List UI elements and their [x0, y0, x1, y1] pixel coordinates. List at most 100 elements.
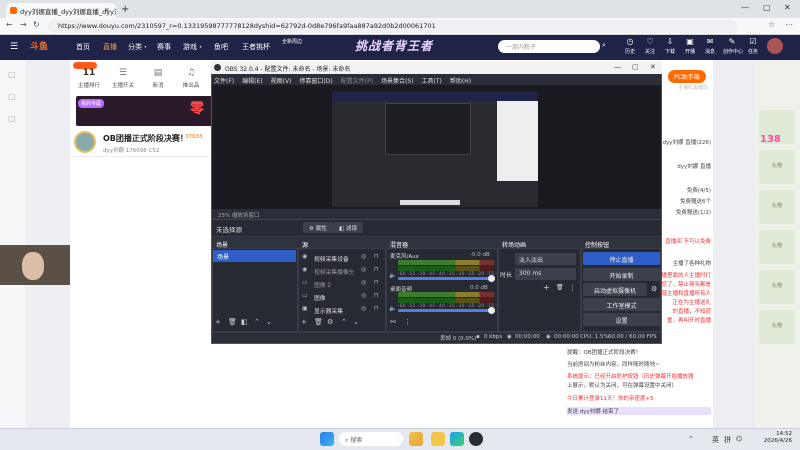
obs-maximize-icon[interactable]: ▢ — [632, 63, 639, 71]
menu-scene-collection[interactable]: 场景集合(S) — [381, 78, 414, 85]
gift-card[interactable]: 礼物 — [759, 150, 795, 184]
follow-icon[interactable]: ♡ — [643, 37, 657, 47]
obs-taskbar-icon[interactable] — [469, 432, 483, 446]
scene-filter-icon[interactable]: ◧ — [241, 318, 248, 332]
stop-stream-button[interactable]: 停止直播 — [583, 252, 660, 265]
gift-card[interactable]: 礼物 — [759, 270, 795, 304]
streamer-avatar[interactable] — [74, 131, 96, 153]
broadcast-label[interactable]: 开播 — [680, 48, 700, 55]
volume-slider[interactable] — [398, 277, 494, 280]
gift-card[interactable]: 礼物 — [759, 190, 795, 224]
source-remove-icon[interactable]: 🗑 — [314, 318, 323, 332]
menu-view[interactable]: 视图(V) — [271, 78, 292, 85]
news-icon[interactable]: ▤ — [145, 68, 171, 78]
scene-add-icon[interactable]: + — [215, 318, 221, 332]
browser-tab[interactable]: dyy刘娜直播_dyy刘娜直播_dyy刘 — [6, 3, 116, 18]
minimize-icon[interactable]: — — [741, 3, 749, 12]
menu-icon[interactable]: ⋯ — [785, 20, 793, 29]
source-add-icon[interactable]: + — [301, 318, 307, 332]
source-item[interactable]: 显示器采集 — [300, 304, 384, 316]
file-explorer-icon[interactable] — [431, 432, 445, 446]
news-label[interactable]: 新消 — [145, 81, 171, 89]
transition-remove-icon[interactable]: 🗑 — [556, 284, 564, 291]
visibility-icon[interactable]: ◎ — [361, 266, 366, 273]
source-down-icon[interactable]: ⌄ — [353, 318, 359, 332]
scene-remove-icon[interactable]: 🗑 — [228, 318, 237, 332]
source-settings-icon[interactable]: ⚙ — [327, 318, 333, 332]
obs-minimize-icon[interactable]: — — [614, 63, 621, 71]
settings-button[interactable]: 设置 — [583, 313, 660, 326]
download-icon[interactable]: ⇩ — [663, 37, 677, 47]
speaker-icon[interactable]: 🔈 — [389, 305, 396, 312]
scene-item[interactable]: 场景 — [213, 250, 296, 262]
nav-category[interactable]: 分类・ — [128, 42, 149, 52]
volume-slider[interactable] — [398, 309, 494, 312]
message-label[interactable]: 消息 — [700, 48, 720, 55]
extensions-icon[interactable]: ☆ — [768, 20, 775, 29]
menu-tools[interactable]: 工具(T) — [422, 78, 442, 85]
menu-profile[interactable]: 配置文件(P) — [341, 78, 373, 85]
source-item[interactable]: 图像 — [300, 291, 384, 303]
studio-mode-button[interactable]: 工作室模式 — [583, 298, 660, 311]
lock-icon[interactable]: ⊓ — [374, 266, 379, 273]
follow-label[interactable]: 关注 — [640, 48, 660, 55]
nav-fishbar[interactable]: 鱼吧 — [214, 42, 228, 52]
audio-icon[interactable]: ♫ — [178, 68, 204, 78]
nav-rail-icon[interactable]: ▢ — [8, 92, 18, 101]
source-up-icon[interactable]: ⌃ — [341, 318, 347, 332]
transition-select[interactable]: 淡入淡出 — [515, 253, 576, 265]
nav-king-cup[interactable]: 王者挑杯 — [242, 42, 270, 52]
nav-rail-icon[interactable]: ▢ — [8, 114, 18, 123]
properties-button[interactable]: ⚙ 属性 — [303, 222, 333, 233]
visibility-icon[interactable]: ◎ — [361, 292, 366, 299]
host-switch-label[interactable]: 主播开关 — [110, 81, 136, 89]
gift-card[interactable]: 礼物 — [759, 310, 795, 344]
menu-edit[interactable]: 编辑(E) — [242, 78, 262, 85]
task-label[interactable]: 任务 — [743, 48, 763, 55]
start-recording-button[interactable]: 开始录制 — [583, 268, 660, 281]
network-tray-icon[interactable]: ⌬ — [736, 435, 742, 443]
source-item[interactable]: 图像 2 — [300, 278, 384, 290]
broadcast-icon[interactable]: ▣ — [683, 37, 697, 47]
visibility-icon[interactable]: ◎ — [361, 279, 366, 286]
obs-close-icon[interactable]: ✕ — [650, 63, 656, 71]
reload-icon[interactable]: ↻ — [33, 20, 40, 29]
host-switch-icon[interactable]: ☰ — [110, 68, 136, 78]
nav-games[interactable]: 游戏・ — [183, 42, 204, 52]
hamburger-icon[interactable]: ☰ — [10, 42, 18, 52]
duration-input[interactable]: 300 ms — [515, 268, 576, 280]
taskbar-search[interactable]: ⌕ 搜索 — [339, 432, 403, 446]
rank-label[interactable]: 主播排行 — [76, 81, 102, 89]
forward-icon[interactable]: → — [20, 20, 27, 29]
history-label[interactable]: 历史 — [620, 48, 640, 55]
product-label[interactable]: 推出品 — [178, 81, 204, 89]
lock-icon[interactable]: ⊓ — [374, 279, 379, 286]
visibility-icon[interactable]: ◎ — [361, 253, 366, 260]
ime-mode[interactable]: 拼 — [724, 435, 731, 445]
mixer-menu-icon[interactable]: ⋮ — [404, 318, 411, 332]
clock[interactable]: 14:52 2026/4/26 — [748, 431, 792, 445]
transition-menu-icon[interactable]: ⋮ — [569, 284, 576, 292]
download-label[interactable]: 下载 — [660, 48, 680, 55]
virtual-camera-settings-icon[interactable]: ⚙ — [651, 285, 657, 293]
menu-file[interactable]: 文件(F) — [214, 78, 234, 85]
task-icon[interactable]: ☑ — [746, 37, 760, 47]
nav-live[interactable]: 直播 — [103, 42, 117, 52]
ime-lang[interactable]: 英 — [712, 435, 719, 445]
task-view-icon[interactable] — [409, 432, 423, 446]
message-icon[interactable]: ✉ — [703, 37, 717, 47]
lock-icon[interactable]: ⊓ — [374, 292, 379, 299]
tab-close-icon[interactable]: × — [104, 6, 110, 14]
volume-knob[interactable] — [488, 275, 495, 282]
gift-card[interactable]: 礼物 — [759, 230, 795, 264]
site-logo[interactable]: 斗鱼 — [30, 39, 48, 52]
transition-add-icon[interactable]: + — [543, 283, 550, 292]
source-item[interactable]: 视频采集摄像头 — [300, 265, 384, 277]
scene-down-icon[interactable]: ⌄ — [266, 318, 272, 332]
search-icon[interactable]: ⌕ — [602, 41, 606, 50]
close-window-icon[interactable]: ✕ — [784, 3, 791, 12]
url-input[interactable]: https://www.douyu.com/2310597_r=0.133195… — [48, 20, 738, 33]
back-icon[interactable]: ← — [6, 20, 13, 29]
speaker-icon[interactable]: 🔈 — [389, 272, 396, 279]
visibility-icon[interactable]: ◎ — [361, 305, 366, 312]
